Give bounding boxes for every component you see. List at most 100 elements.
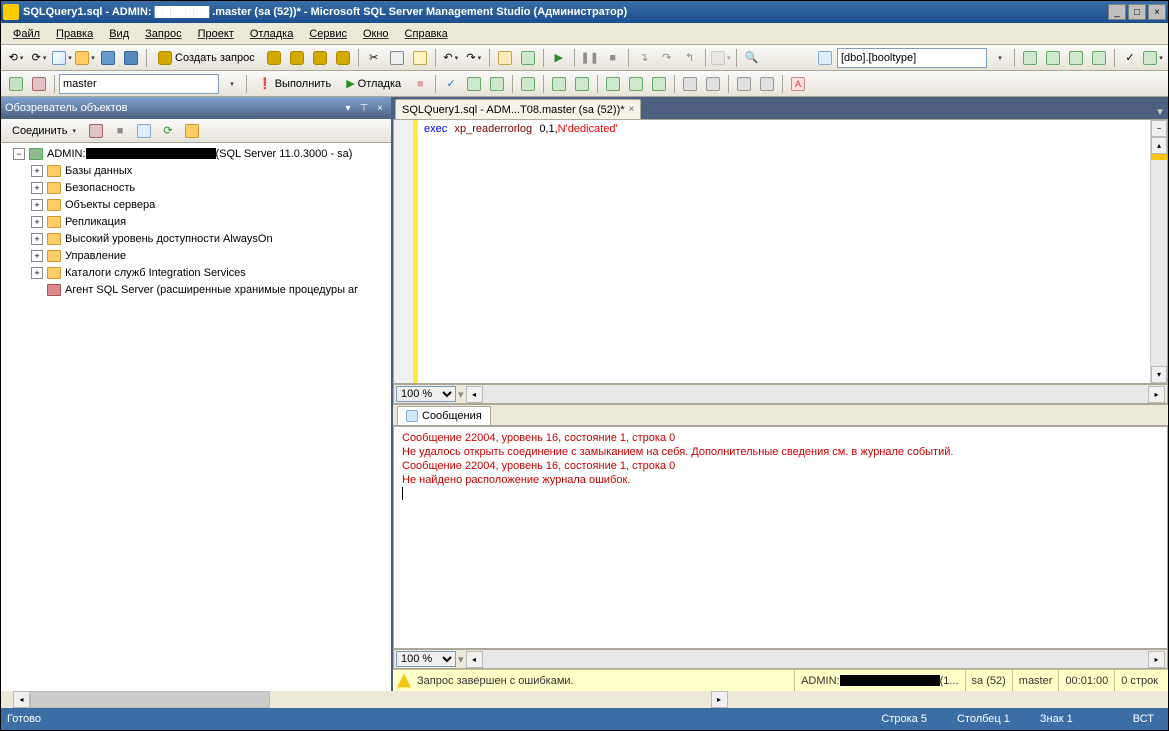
scroll-right-icon[interactable]: ▸ bbox=[1148, 651, 1165, 668]
copy-button[interactable] bbox=[386, 47, 408, 69]
document-tab[interactable]: SQLQuery1.sql - ADM...T08.master (sa (52… bbox=[395, 99, 641, 119]
expander-icon[interactable]: + bbox=[31, 165, 43, 177]
cancel-query-button[interactable]: ■ bbox=[409, 73, 431, 95]
open-button[interactable]: ▾ bbox=[74, 47, 96, 69]
verify-button[interactable]: ✓ bbox=[1119, 47, 1141, 69]
menu-query[interactable]: Запрос bbox=[137, 26, 189, 42]
editor-zoom-combo[interactable]: 100 % bbox=[396, 386, 456, 402]
split-handle-icon[interactable]: − bbox=[1151, 120, 1167, 137]
xmla-query-button[interactable] bbox=[332, 47, 354, 69]
messages-hscrollbar[interactable]: ◂ ▸ bbox=[466, 651, 1165, 668]
tree-node-management[interactable]: + Управление bbox=[1, 247, 391, 264]
step-over-button[interactable]: ↷ bbox=[656, 47, 678, 69]
query-options-button[interactable] bbox=[486, 73, 508, 95]
editor-vscrollbar[interactable]: − ▴ ▾ bbox=[1150, 120, 1167, 383]
scroll-down-icon[interactable]: ▾ bbox=[1151, 366, 1167, 383]
messages-zoom-combo[interactable]: 100 % bbox=[396, 651, 456, 667]
parse-button[interactable]: ✓ bbox=[440, 73, 462, 95]
paste-button[interactable] bbox=[409, 47, 431, 69]
scroll-thumb[interactable] bbox=[30, 691, 270, 708]
stop-debug-button[interactable]: ■ bbox=[602, 47, 624, 69]
scroll-right-icon[interactable]: ▸ bbox=[1148, 386, 1165, 403]
tab-close-icon[interactable]: × bbox=[629, 104, 635, 115]
results-to-file-button[interactable] bbox=[648, 73, 670, 95]
search-oe-button[interactable] bbox=[181, 120, 203, 142]
increase-indent-button[interactable] bbox=[756, 73, 778, 95]
editor-hscrollbar[interactable]: ◂ ▸ bbox=[466, 386, 1165, 403]
tree-node-server[interactable]: − ADMIN: (SQL Server 11.0.3000 - sa) bbox=[1, 145, 391, 162]
messages-pane[interactable]: Сообщение 22004, уровень 16, состояние 1… bbox=[393, 426, 1168, 649]
close-button[interactable]: × bbox=[1148, 4, 1166, 20]
diagram-pane-button[interactable] bbox=[1019, 47, 1041, 69]
panel-pin-icon[interactable]: ⊤ bbox=[357, 101, 371, 115]
results-pane-button[interactable] bbox=[1088, 47, 1110, 69]
comment-button[interactable] bbox=[679, 73, 701, 95]
tree-node-server-objects[interactable]: + Объекты сервера bbox=[1, 196, 391, 213]
window-layout-button[interactable]: ▾ bbox=[710, 47, 732, 69]
schema-combo[interactable] bbox=[837, 48, 987, 68]
execute-button[interactable]: ❗Выполнить bbox=[251, 73, 338, 95]
client-stats-button[interactable] bbox=[571, 73, 593, 95]
uncomment-button[interactable] bbox=[702, 73, 724, 95]
dmx-query-button[interactable] bbox=[309, 47, 331, 69]
mdi-hscrollbar[interactable]: ◂ ▸ bbox=[1, 691, 1168, 708]
scroll-left-icon[interactable]: ◂ bbox=[466, 386, 483, 403]
database-combo-drop[interactable]: ▾ bbox=[220, 73, 242, 95]
expander-icon[interactable]: + bbox=[31, 216, 43, 228]
sql-editor[interactable]: exec xp_readerrorlog 0,1,N'dedicated' − … bbox=[393, 119, 1168, 384]
menu-debug[interactable]: Отладка bbox=[242, 26, 301, 42]
step-into-button[interactable]: ↴ bbox=[633, 47, 655, 69]
decrease-indent-button[interactable] bbox=[733, 73, 755, 95]
disconnect-button[interactable] bbox=[28, 73, 50, 95]
menu-project[interactable]: Проект bbox=[190, 26, 242, 42]
object-explorer-tree[interactable]: − ADMIN: (SQL Server 11.0.3000 - sa) + Б… bbox=[1, 143, 391, 691]
expander-icon[interactable]: + bbox=[31, 199, 43, 211]
messages-tab[interactable]: Сообщения bbox=[397, 406, 491, 426]
minimize-button[interactable]: _ bbox=[1108, 4, 1126, 20]
connect-dropdown[interactable]: Соединить ▾ bbox=[5, 120, 83, 142]
break-all-button[interactable]: ❚❚ bbox=[579, 47, 601, 69]
tree-node-integration[interactable]: + Каталоги служб Integration Services bbox=[1, 264, 391, 281]
scroll-up-icon[interactable]: ▴ bbox=[1151, 137, 1167, 154]
continue-button[interactable]: ▶ bbox=[548, 47, 570, 69]
expander-icon[interactable]: + bbox=[31, 250, 43, 262]
debug-query-button[interactable]: ▶Отладка bbox=[339, 73, 408, 95]
new-project-button[interactable]: ▾ bbox=[51, 47, 73, 69]
save-button[interactable] bbox=[97, 47, 119, 69]
menu-view[interactable]: Вид bbox=[101, 26, 137, 42]
criteria-pane-button[interactable] bbox=[1042, 47, 1064, 69]
redo-button[interactable]: ↷▾ bbox=[463, 47, 485, 69]
filter-oe-button[interactable] bbox=[133, 120, 155, 142]
tree-node-agent[interactable]: Агент SQL Server (расширенные хранимые п… bbox=[1, 281, 391, 298]
mdx-query-button[interactable] bbox=[286, 47, 308, 69]
scroll-left-icon[interactable]: ◂ bbox=[13, 691, 30, 708]
actual-plan-button[interactable] bbox=[548, 73, 570, 95]
tab-overflow-dropdown[interactable]: ▾ bbox=[1152, 103, 1168, 119]
tree-node-security[interactable]: + Безопасность bbox=[1, 179, 391, 196]
tree-node-alwayson[interactable]: + Высокий уровень доступности AlwaysOn bbox=[1, 230, 391, 247]
undo-button[interactable]: ↶▾ bbox=[440, 47, 462, 69]
scroll-right-icon[interactable]: ▸ bbox=[711, 691, 728, 708]
code-content[interactable]: exec xp_readerrorlog 0,1,N'dedicated' bbox=[418, 120, 1150, 383]
de-query-button[interactable] bbox=[263, 47, 285, 69]
profiler-button[interactable] bbox=[517, 47, 539, 69]
panel-close-icon[interactable]: × bbox=[373, 101, 387, 115]
schema-combo-drop[interactable]: ▾ bbox=[988, 47, 1010, 69]
expander-icon[interactable]: − bbox=[13, 148, 25, 160]
scroll-left-icon[interactable]: ◂ bbox=[466, 651, 483, 668]
maximize-button[interactable]: □ bbox=[1128, 4, 1146, 20]
menu-window[interactable]: Окно bbox=[355, 26, 397, 42]
results-to-grid-button[interactable] bbox=[625, 73, 647, 95]
menu-edit[interactable]: Правка bbox=[48, 26, 101, 42]
template-params-button[interactable]: A bbox=[787, 73, 809, 95]
step-out-button[interactable]: ↰ bbox=[679, 47, 701, 69]
tree-node-replication[interactable]: + Репликация bbox=[1, 213, 391, 230]
find-button[interactable]: 🔍 bbox=[741, 47, 763, 69]
disconnect-oe-button[interactable] bbox=[85, 120, 107, 142]
back-button[interactable]: ⟲▾ bbox=[5, 47, 27, 69]
stop-oe-button[interactable]: ■ bbox=[109, 120, 131, 142]
saveall-button[interactable] bbox=[120, 47, 142, 69]
menu-help[interactable]: Справка bbox=[397, 26, 456, 42]
expander-icon[interactable]: + bbox=[31, 182, 43, 194]
forward-button[interactable]: ⟳▾ bbox=[28, 47, 50, 69]
